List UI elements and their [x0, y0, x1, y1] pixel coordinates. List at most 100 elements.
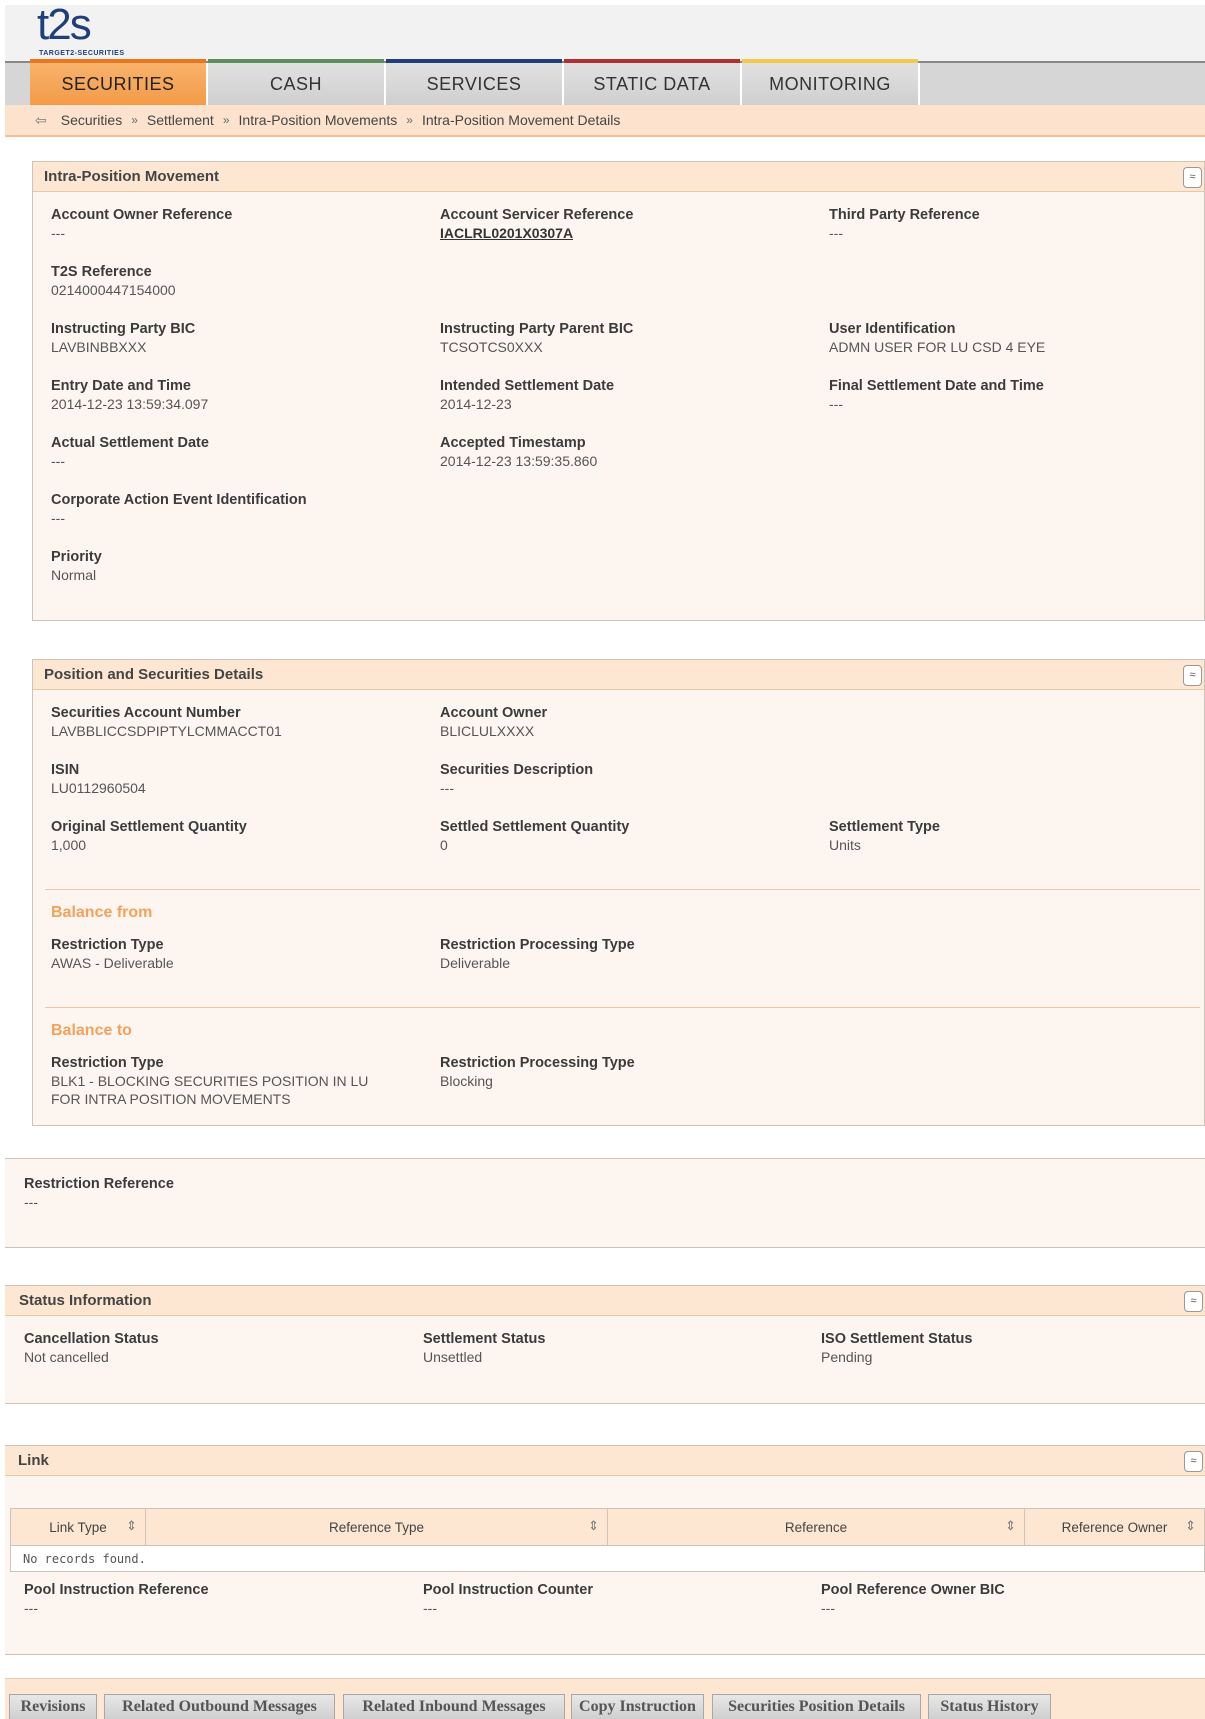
field-label: Third Party Reference	[829, 207, 980, 223]
copy-instruction-button[interactable]: Copy Instruction	[571, 1694, 704, 1719]
field-value: ADMN USER FOR LU CSD 4 EYE	[829, 339, 1046, 355]
action-button-bar: Revisions Related Outbound Messages Rela…	[5, 1678, 1205, 1719]
section-divider	[45, 889, 1200, 890]
field-label: Restriction Type	[51, 1055, 164, 1071]
field-value: FOR INTRA POSITION MOVEMENTS	[51, 1091, 291, 1107]
panel-title: Status Information	[5, 1286, 1205, 1316]
field-value: ---	[51, 453, 65, 469]
actual-settlement-date: Actual Settlement Date ---	[51, 434, 391, 470]
nav-tab-label: SERVICES	[426, 73, 522, 94]
intra-position-movement-panel: Intra-Position Movement ≈ Account Owner …	[32, 161, 1205, 621]
settlement-type: Settlement Type Units	[829, 818, 1169, 854]
nav-tab-monitoring[interactable]: MONITORING	[742, 59, 920, 105]
column-header-reference[interactable]: Reference ⇕	[608, 1509, 1025, 1545]
securities-position-details-button[interactable]: Securities Position Details	[712, 1694, 921, 1719]
field-label: Pool Reference Owner BIC	[821, 1582, 1005, 1598]
panel-title: Intra-Position Movement	[33, 162, 1204, 192]
field-value: 1,000	[51, 837, 87, 853]
field-label: Priority	[51, 549, 102, 565]
field-value: LU0112960504	[51, 780, 146, 796]
related-outbound-messages-button[interactable]: Related Outbound Messages	[104, 1694, 335, 1719]
field-label: Pool Instruction Counter	[423, 1582, 593, 1598]
main-nav: SECURITIES CASH SERVICES STATIC DATA MON…	[5, 59, 1205, 105]
breadcrumb-securities[interactable]: Securities	[61, 112, 122, 128]
related-inbound-messages-button[interactable]: Related Inbound Messages	[343, 1694, 565, 1719]
field-value: ---	[423, 1600, 437, 1616]
field-label: Account Owner Reference	[51, 207, 233, 223]
restriction-reference: Restriction Reference ---	[24, 1175, 364, 1211]
field-value: ---	[51, 510, 65, 526]
field-label: Final Settlement Date and Time	[829, 378, 1044, 394]
account-owner-reference: Account Owner Reference ---	[51, 206, 391, 242]
column-header-reference-owner[interactable]: Reference Owner ⇕	[1025, 1509, 1204, 1545]
nav-tab-cash[interactable]: CASH	[208, 59, 386, 105]
field-value: ---	[24, 1194, 38, 1210]
sort-icon[interactable]: ⇕	[1005, 1518, 1016, 1534]
status-history-button[interactable]: Status History	[928, 1694, 1051, 1719]
breadcrumb-current: Intra-Position Movement Details	[421, 112, 621, 128]
field-label: Restriction Type	[51, 937, 164, 953]
collapse-icon[interactable]: ≈	[1183, 665, 1202, 686]
field-label: Entry Date and Time	[51, 378, 191, 394]
securities-account-number: Securities Account Number LAVBBLICCSDPIP…	[51, 704, 431, 740]
account-owner: Account Owner BLICLULXXXX	[440, 704, 780, 740]
field-label: Restriction Processing Type	[440, 937, 635, 953]
column-header-link-type[interactable]: Link Type ⇕	[11, 1509, 146, 1545]
t2s-logo: t2s TARGET2-SECURITIES	[33, 3, 143, 61]
field-label: Securities Account Number	[51, 705, 241, 721]
field-value: BLICLULXXXX	[440, 723, 535, 739]
field-label: Corporate Action Event Identification	[51, 492, 307, 508]
balance-to-title: Balance to	[51, 1022, 132, 1039]
nav-tab-securities[interactable]: SECURITIES	[30, 59, 208, 105]
iso-settlement-status: ISO Settlement Status Pending	[821, 1330, 1161, 1366]
nav-tab-services[interactable]: SERVICES	[386, 59, 564, 105]
breadcrumb-settlement[interactable]: Settlement	[147, 112, 214, 128]
field-value: ---	[51, 225, 65, 241]
field-value: LAVBINBBXXX	[51, 339, 147, 355]
user-identification: User Identification ADMN USER FOR LU CSD…	[829, 320, 1169, 356]
field-value: 0	[440, 837, 448, 853]
settled-settlement-quantity: Settled Settlement Quantity 0	[440, 818, 780, 854]
field-value: 2014-12-23	[440, 396, 512, 412]
entry-date-time: Entry Date and Time 2014-12-23 13:59:34.…	[51, 377, 391, 413]
nav-tab-static-data[interactable]: STATIC DATA	[564, 59, 742, 105]
collapse-icon[interactable]: ≈	[1184, 1451, 1203, 1472]
field-value: 0214000447154000	[51, 282, 176, 298]
field-label: Intended Settlement Date	[440, 378, 615, 394]
field-label: Account Servicer Reference	[440, 207, 634, 223]
balance-to-restriction-processing-type: Restriction Processing Type Blocking	[440, 1054, 780, 1090]
sort-icon[interactable]: ⇕	[126, 1518, 137, 1534]
logo-mark: t2s	[37, 0, 92, 49]
panel-title: Position and Securities Details	[33, 660, 1204, 690]
field-label: Actual Settlement Date	[51, 435, 209, 451]
pool-reference-owner-bic: Pool Reference Owner BIC ---	[821, 1581, 1161, 1617]
intended-settlement-date: Intended Settlement Date 2014-12-23	[440, 377, 780, 413]
breadcrumb-separator: »	[406, 113, 413, 127]
collapse-icon[interactable]: ≈	[1184, 1291, 1203, 1312]
logo-subtitle: TARGET2-SECURITIES	[39, 50, 125, 57]
breadcrumb-separator: »	[131, 113, 138, 127]
column-label: Reference	[784, 1519, 848, 1535]
revisions-button[interactable]: Revisions	[9, 1694, 97, 1719]
sort-icon[interactable]: ⇕	[588, 1518, 599, 1534]
t2s-reference: T2S Reference 0214000447154000	[51, 263, 391, 299]
breadcrumb-intra-position-movements[interactable]: Intra-Position Movements	[239, 112, 398, 128]
field-value: AWAS - Deliverable	[51, 955, 174, 971]
balance-from-restriction-processing-type: Restriction Processing Type Deliverable	[440, 936, 780, 972]
field-value: Blocking	[440, 1073, 493, 1089]
balance-from-restriction-type: Restriction Type AWAS - Deliverable	[51, 936, 391, 972]
collapse-icon[interactable]: ≈	[1183, 167, 1202, 188]
pool-instruction-counter: Pool Instruction Counter ---	[423, 1581, 763, 1617]
settlement-status: Settlement Status Unsettled	[423, 1330, 763, 1366]
account-servicer-reference-link[interactable]: IACLRL0201X0307A	[440, 224, 780, 242]
third-party-reference: Third Party Reference ---	[829, 206, 1169, 242]
column-label: Reference Type	[328, 1519, 425, 1535]
back-arrow-icon[interactable]: ⇦	[35, 112, 47, 129]
cancellation-status: Cancellation Status Not cancelled	[24, 1330, 364, 1366]
breadcrumb-separator: »	[222, 113, 230, 127]
sort-icon[interactable]: ⇕	[1185, 1518, 1196, 1534]
balance-to-restriction-type: Restriction Type BLK1 - BLOCKING SECURIT…	[51, 1054, 431, 1108]
column-header-reference-type[interactable]: Reference Type ⇕	[146, 1509, 608, 1545]
field-label: Securities Description	[440, 762, 594, 778]
panel-title: Link	[5, 1446, 1205, 1476]
